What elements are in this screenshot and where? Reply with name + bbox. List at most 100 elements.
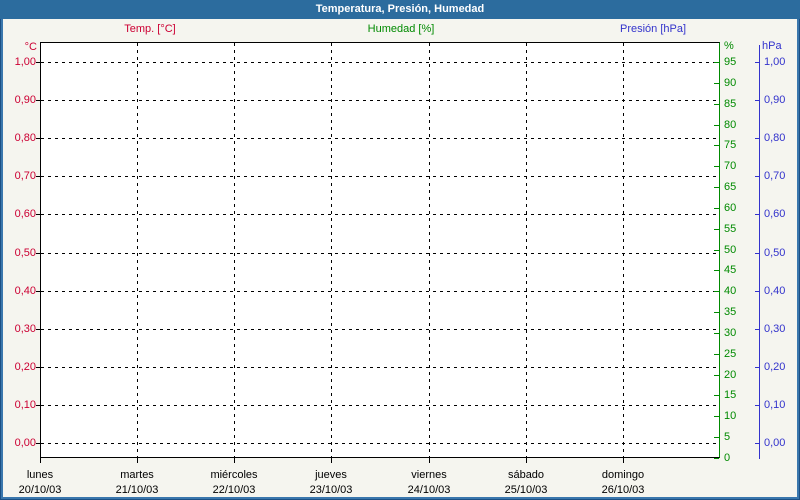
temperature-axis-tick-label: 0,30 [14, 323, 36, 335]
pressure-axis-tick [755, 405, 759, 406]
y-gridline [41, 176, 719, 177]
humidity-axis-tick-label: 70 [724, 160, 737, 172]
temperature-axis-tick-label: 0,40 [14, 285, 36, 297]
pressure-axis-tick-label: 0,50 [764, 247, 786, 259]
x-axis-day-label: lunes [26, 469, 54, 481]
pressure-axis-tick [755, 100, 759, 101]
y-gridline [41, 443, 719, 444]
temperature-axis-tick [36, 62, 40, 63]
temperature-axis-tick-label: 0,50 [14, 247, 36, 259]
temperature-axis-tick [36, 176, 40, 177]
pressure-axis-tick [755, 329, 759, 330]
x-axis-day-label: sábado [507, 469, 545, 481]
humidity-axis-tick-label: 60 [724, 202, 737, 214]
humidity-axis-tick-label: 20 [724, 369, 737, 381]
y-gridline [41, 100, 719, 101]
x-axis-date-label: 25/10/03 [504, 484, 548, 496]
x-axis-date-label: 26/10/03 [601, 484, 645, 496]
temperature-axis-tick [36, 329, 40, 330]
y-gridline [41, 253, 719, 254]
pressure-axis-tick [755, 443, 759, 444]
y-gridline [41, 291, 719, 292]
humidity-axis-tick [714, 312, 719, 313]
x-axis-day-label: viernes [411, 469, 447, 481]
temperature-axis-tick [36, 100, 40, 101]
humidity-axis-tick-label: 45 [724, 264, 737, 276]
humidity-axis-tick-label: 50 [724, 244, 737, 256]
x-axis-tick [234, 458, 235, 463]
humidity-axis-tick-label: 10 [724, 410, 737, 422]
humidity-axis-tick [714, 229, 719, 230]
humidity-axis-tick-label: 75 [724, 139, 737, 151]
temperature-axis-tick-label: 0,90 [14, 94, 36, 106]
humidity-axis-tick-label: 5 [724, 431, 731, 443]
humidity-axis-tick [714, 187, 719, 188]
x-gridline [137, 43, 138, 457]
y-gridline [41, 367, 719, 368]
x-axis-date-label: 22/10/03 [212, 484, 256, 496]
humidity-axis-tick [714, 395, 719, 396]
x-axis-date-label: 20/10/03 [18, 484, 62, 496]
x-axis-date-label: 23/10/03 [309, 484, 353, 496]
humidity-axis-tick [714, 145, 719, 146]
temperature-axis-tick [36, 253, 40, 254]
x-gridline [623, 43, 624, 457]
humidity-axis-tick [714, 62, 719, 63]
humidity-axis-tick [714, 270, 719, 271]
x-gridline [331, 43, 332, 457]
humidity-axis-tick-label: 55 [724, 223, 737, 235]
temperature-axis-tick [36, 138, 40, 139]
x-axis-date-label: 21/10/03 [115, 484, 159, 496]
humidity-axis-tick-label: 35 [724, 306, 737, 318]
pressure-axis-tick [755, 253, 759, 254]
pressure-axis-tick-label: 0,60 [764, 208, 786, 220]
temperature-axis-tick [36, 443, 40, 444]
x-axis-tick [526, 458, 527, 463]
pressure-axis-tick-label: 0,80 [764, 132, 786, 144]
humidity-axis-unit-label: % [724, 40, 734, 52]
plot-area [40, 42, 720, 458]
humidity-axis-tick [714, 333, 719, 334]
humidity-axis-tick-label: 25 [724, 348, 737, 360]
x-axis-day-label: domingo [601, 469, 645, 481]
humidity-axis-tick-label: 40 [724, 285, 737, 297]
humidity-axis-tick [714, 458, 719, 459]
y-gridline [41, 138, 719, 139]
temperature-axis-tick-label: 0,80 [14, 132, 36, 144]
legend-item-humidity: Humedad [%] [367, 23, 435, 35]
temperature-axis-tick-label: 0,60 [14, 208, 36, 220]
x-axis-tick [40, 458, 41, 463]
humidity-axis-tick [714, 354, 719, 355]
pressure-axis-tick-label: 0,30 [764, 323, 786, 335]
pressure-axis-tick-label: 0,10 [764, 399, 786, 411]
pressure-axis-tick [755, 138, 759, 139]
humidity-axis-tick-label: 30 [724, 327, 737, 339]
temperature-axis-tick-label: 0,20 [14, 361, 36, 373]
x-gridline [526, 43, 527, 457]
pressure-axis-tick-label: 0,90 [764, 94, 786, 106]
x-axis-tick [137, 458, 138, 463]
x-gridline [429, 43, 430, 457]
pressure-axis-tick-label: 0,20 [764, 361, 786, 373]
x-gridline [234, 43, 235, 457]
humidity-axis-tick-label: 0 [724, 452, 731, 464]
window-title: Temperatura, Presión, Humedad [315, 3, 485, 15]
y-gridline [41, 329, 719, 330]
humidity-axis-tick [714, 291, 719, 292]
temperature-axis-tick-label: 0,00 [14, 437, 36, 449]
humidity-axis-tick [714, 83, 719, 84]
x-axis-tick [429, 458, 430, 463]
pressure-axis-line [759, 45, 760, 459]
humidity-axis-tick-label: 85 [724, 98, 737, 110]
temperature-axis-tick [36, 405, 40, 406]
humidity-axis-tick-label: 90 [724, 77, 737, 89]
temperature-axis-tick [36, 367, 40, 368]
pressure-axis-tick [755, 291, 759, 292]
x-axis-tick [623, 458, 624, 463]
humidity-axis-tick [714, 375, 719, 376]
pressure-axis-unit-label: hPa [762, 40, 782, 52]
weather-chart-window: Temperatura, Presión, Humedad Temp. [°C]… [0, 0, 800, 500]
humidity-axis-tick [714, 104, 719, 105]
humidity-axis-tick-label: 65 [724, 181, 737, 193]
temperature-axis-unit-label: °C [24, 41, 37, 53]
